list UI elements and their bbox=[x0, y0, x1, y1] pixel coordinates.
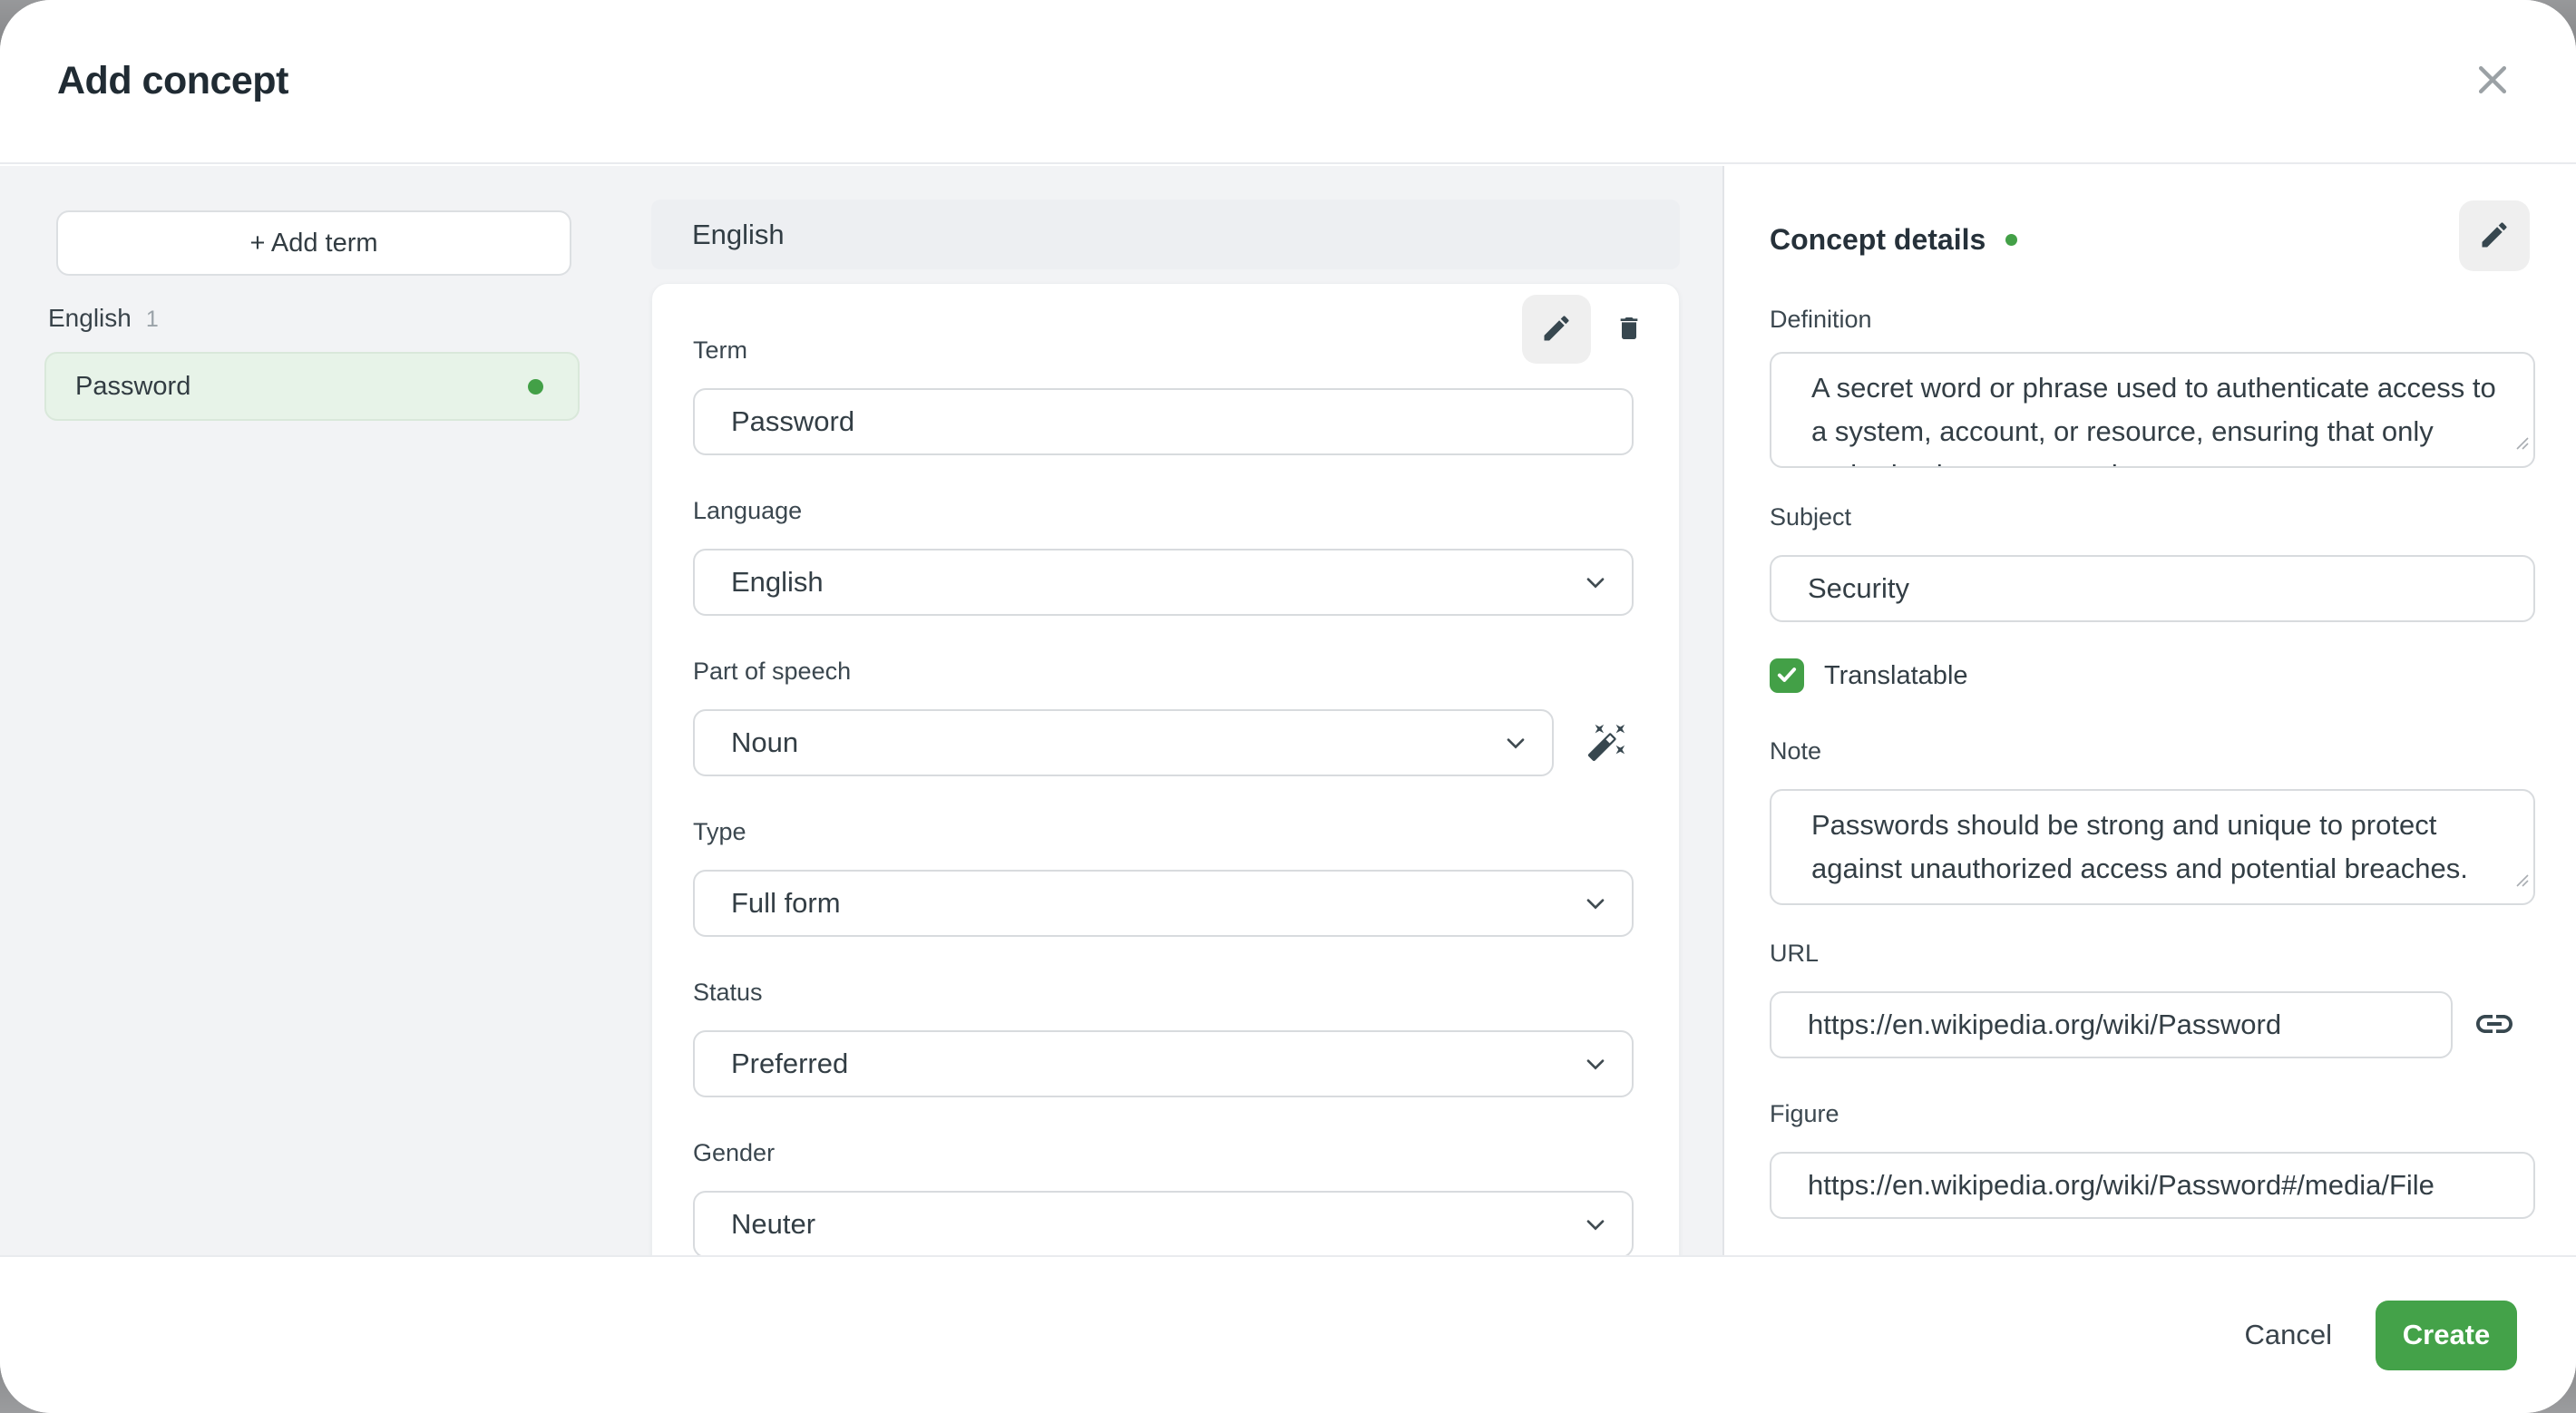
concept-status-dot bbox=[2005, 233, 2018, 246]
part-of-speech-select[interactable]: Noun bbox=[693, 709, 1554, 776]
chevron-down-icon bbox=[1581, 889, 1610, 925]
close-icon bbox=[2473, 60, 2513, 102]
part-of-speech-label: Part of speech bbox=[693, 658, 852, 685]
terms-sidebar: + Add term English 1 Password bbox=[0, 166, 651, 1255]
note-label: Note bbox=[1770, 737, 1822, 765]
language-select[interactable]: English bbox=[693, 549, 1634, 616]
language-select-value: English bbox=[731, 566, 824, 598]
language-field-group: Language English bbox=[693, 497, 1634, 616]
url-row: https://en.wikipedia.org/wiki/Password bbox=[1770, 991, 2535, 1058]
translatable-row: Translatable bbox=[1770, 658, 2535, 693]
trash-icon bbox=[1615, 314, 1644, 346]
gender-field-label: Gender bbox=[693, 1139, 776, 1166]
language-group-count: 1 bbox=[145, 307, 159, 332]
delete-term-button[interactable] bbox=[1604, 295, 1654, 364]
figure-input[interactable]: https://en.wikipedia.org/wiki/Password#/… bbox=[1770, 1152, 2535, 1219]
definition-textarea[interactable]: A secret word or phrase used to authenti… bbox=[1770, 352, 2535, 468]
dialog-body: + Add term English 1 Password English Te… bbox=[0, 166, 2576, 1255]
create-button[interactable]: Create bbox=[2376, 1300, 2517, 1370]
definition-text: A secret word or phrase used to authenti… bbox=[1811, 372, 2496, 466]
type-field-group: Type Full form bbox=[693, 818, 1634, 937]
add-concept-dialog: Add concept + Add term English 1 Password bbox=[0, 0, 2576, 1413]
resize-handle-icon[interactable] bbox=[2513, 856, 2529, 900]
status-select-value: Preferred bbox=[731, 1048, 849, 1079]
auto-detect-button[interactable] bbox=[1581, 714, 1634, 772]
gender-select-value: Neuter bbox=[731, 1208, 816, 1240]
status-select[interactable]: Preferred bbox=[693, 1030, 1634, 1097]
translatable-label: Translatable bbox=[1824, 660, 1968, 690]
status-field-label: Status bbox=[693, 979, 763, 1006]
dialog-title: Add concept bbox=[57, 59, 288, 102]
definition-field-group: Definition A secret word or phrase used … bbox=[1770, 306, 2535, 468]
pencil-icon bbox=[1540, 312, 1573, 347]
concept-details-heading: Concept details bbox=[1770, 222, 1986, 256]
chevron-down-icon bbox=[1581, 568, 1610, 604]
pencil-icon bbox=[2478, 219, 2511, 254]
concept-details-heading-row: Concept details bbox=[1770, 222, 2535, 257]
term-field-label: Term bbox=[693, 336, 747, 364]
term-input[interactable]: Password bbox=[693, 388, 1634, 455]
link-icon bbox=[2473, 1002, 2516, 1048]
language-field-label: Language bbox=[693, 497, 803, 524]
chevron-down-icon bbox=[1581, 1049, 1610, 1086]
url-label: URL bbox=[1770, 940, 1820, 967]
concept-details-panel: Concept details Definition A secret word… bbox=[1724, 166, 2576, 1255]
definition-label: Definition bbox=[1770, 306, 1872, 333]
open-link-button[interactable] bbox=[2467, 998, 2522, 1052]
term-card-actions bbox=[1522, 295, 1654, 364]
dialog-header: Add concept bbox=[0, 0, 2576, 164]
part-of-speech-value: Noun bbox=[731, 726, 799, 758]
note-field-group: Note Passwords should be strong and uniq… bbox=[1770, 737, 2535, 905]
part-of-speech-row: Noun bbox=[693, 709, 1634, 776]
close-button[interactable] bbox=[2465, 54, 2520, 109]
resize-handle-icon[interactable] bbox=[2513, 419, 2529, 463]
gender-select[interactable]: Neuter bbox=[693, 1191, 1634, 1255]
url-field-group: URL https://en.wikipedia.org/wiki/Passwo… bbox=[1770, 940, 2535, 1058]
status-field-group: Status Preferred bbox=[693, 979, 1634, 1097]
magic-wand-icon bbox=[1586, 721, 1628, 765]
subject-field-group: Subject Security bbox=[1770, 503, 2535, 622]
note-text: Passwords should be strong and unique to… bbox=[1811, 809, 2468, 884]
term-status-dot bbox=[528, 378, 543, 395]
edit-term-button[interactable] bbox=[1522, 295, 1591, 364]
add-term-button[interactable]: + Add term bbox=[56, 210, 571, 276]
subject-label: Subject bbox=[1770, 503, 1852, 531]
figure-label: Figure bbox=[1770, 1100, 1839, 1127]
chevron-down-icon bbox=[1581, 1210, 1610, 1246]
language-group-label: English 1 bbox=[48, 304, 159, 333]
dialog-footer: Cancel Create bbox=[0, 1255, 2576, 1413]
language-group-name: English bbox=[48, 304, 132, 332]
sidebar-item-password[interactable]: Password bbox=[44, 352, 580, 421]
term-editor-column: English Term Password Language English P… bbox=[651, 166, 1724, 1255]
note-textarea[interactable]: Passwords should be strong and unique to… bbox=[1770, 789, 2535, 905]
edit-concept-button[interactable] bbox=[2459, 200, 2530, 271]
figure-field-group: Figure https://en.wikipedia.org/wiki/Pas… bbox=[1770, 1100, 2535, 1219]
gender-field-group: Gender Neuter bbox=[693, 1139, 1634, 1255]
type-field-label: Type bbox=[693, 818, 746, 845]
term-card: Term Password Language English Part of s… bbox=[651, 283, 1680, 1255]
subject-input[interactable]: Security bbox=[1770, 555, 2535, 622]
translatable-checkbox[interactable] bbox=[1770, 658, 1804, 693]
check-icon bbox=[1775, 663, 1799, 689]
backdrop: Add concept + Add term English 1 Password bbox=[0, 0, 2576, 1413]
term-pill-label: Password bbox=[75, 371, 191, 401]
term-field-group: Term Password bbox=[693, 336, 1634, 455]
type-select[interactable]: Full form bbox=[693, 870, 1634, 937]
cancel-button[interactable]: Cancel bbox=[2245, 1319, 2333, 1351]
part-of-speech-field-group: Part of speech Noun bbox=[693, 658, 1634, 776]
term-language-header: English bbox=[651, 200, 1680, 269]
url-input[interactable]: https://en.wikipedia.org/wiki/Password bbox=[1770, 991, 2453, 1058]
type-select-value: Full form bbox=[731, 887, 841, 919]
chevron-down-icon bbox=[1501, 728, 1530, 765]
